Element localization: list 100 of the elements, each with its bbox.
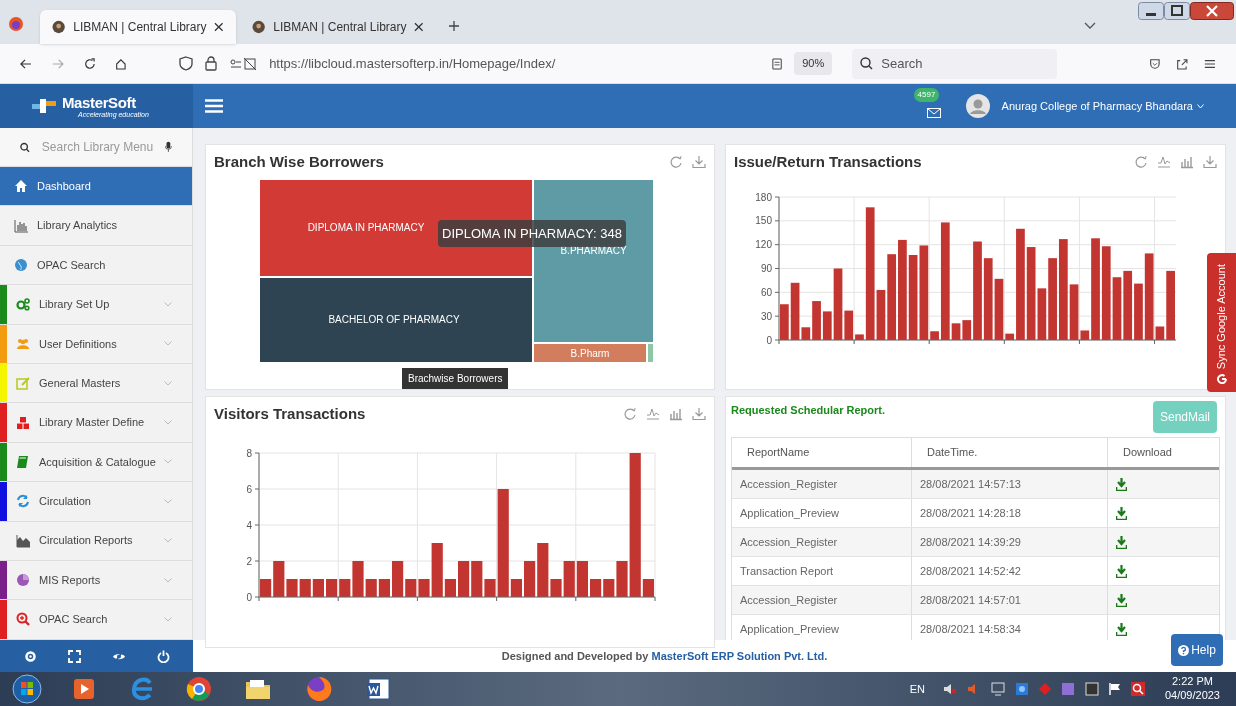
clock-time[interactable]: 2:22 PM [1172, 675, 1213, 689]
app-tray-icon[interactable] [1084, 682, 1099, 696]
help-button[interactable]: Help [1171, 634, 1223, 666]
chevron-icon [164, 538, 172, 544]
chrome-icon[interactable] [186, 676, 212, 702]
download-icon[interactable] [692, 155, 706, 170]
download-icon[interactable] [1116, 477, 1127, 491]
refresh-icon[interactable] [1134, 155, 1148, 170]
bar-chart-icon [14, 218, 29, 233]
network-icon[interactable] [990, 682, 1005, 696]
menu-toggle-icon[interactable] [205, 99, 223, 113]
shield-icon[interactable] [179, 56, 194, 71]
close-icon[interactable] [414, 22, 424, 32]
tab-list-icon[interactable] [1084, 22, 1096, 30]
download-icon[interactable] [692, 407, 706, 422]
browser-logo-icon[interactable] [8, 16, 24, 32]
bar [590, 578, 602, 597]
table-cell: 28/08/2021 14:57:01 [912, 586, 1108, 614]
sidebar-item[interactable]: Acquisition & Catalogue [0, 442, 192, 483]
fullscreen-icon[interactable] [67, 649, 81, 663]
footer-text: Designed and Developed by MasterSoft ERP Solution Pvt. Ltd. [501, 648, 828, 664]
bar [378, 578, 390, 597]
pie-chart-icon [16, 573, 31, 588]
zoom-in-icon [16, 612, 31, 627]
download-icon[interactable] [1116, 593, 1127, 607]
table-cell: Application_Preview [732, 499, 912, 527]
pocket-icon[interactable] [1148, 56, 1161, 71]
area-chart-icon [16, 533, 31, 548]
reload-icon[interactable] [83, 56, 96, 71]
bar [1123, 270, 1133, 340]
new-tab-icon[interactable] [448, 20, 460, 32]
sidebar-item[interactable]: User Definitions [0, 324, 192, 364]
folder-icon[interactable] [244, 677, 272, 701]
clock-date[interactable]: 04/09/2023 [1164, 689, 1220, 703]
tab-title: LIBMAN | Central Library [73, 19, 207, 36]
sidebar-item[interactable]: Library Analytics [0, 206, 192, 246]
bar-chart-icon[interactable] [669, 407, 683, 422]
refresh-icon[interactable] [669, 155, 683, 170]
lock-icon[interactable] [205, 56, 218, 71]
browser-tab[interactable]: LIBMAN | Central Library [40, 10, 236, 44]
download-icon[interactable] [1116, 622, 1127, 636]
share-icon[interactable] [1176, 56, 1189, 71]
sidebar-item[interactable]: Circulation [0, 482, 192, 522]
sidebar-item[interactable]: MIS Reports [0, 560, 192, 601]
app-tray-icon[interactable] [1014, 682, 1029, 696]
edit-icon [16, 376, 31, 391]
download-icon[interactable] [1116, 535, 1127, 549]
axis-tick-label: 120 [755, 238, 772, 250]
close-icon[interactable] [214, 22, 224, 32]
chart-title: Issue/Return Transactions [734, 152, 922, 172]
browser-tab[interactable]: LIBMAN | Central Library [240, 10, 436, 44]
muted-speaker-icon[interactable] [942, 682, 957, 696]
download-icon[interactable] [1116, 564, 1127, 578]
sidebar-item[interactable]: OPAC Search [0, 600, 192, 640]
chevron-icon [164, 498, 172, 504]
microphone-icon[interactable] [165, 140, 172, 154]
bar-chart-icon[interactable] [1180, 155, 1194, 170]
url-text[interactable]: https://libcloud.mastersofterp.in/Homepage/Index/ [269, 53, 556, 74]
user-menu[interactable]: Anurag College of Pharmacy Bhandara [1001, 97, 1204, 115]
table-cell: Accession_Register [732, 586, 912, 614]
language-indicator[interactable]: EN [909, 680, 925, 698]
start-button-icon[interactable] [12, 674, 42, 704]
power-icon[interactable] [156, 649, 170, 663]
close-window-icon[interactable] [1190, 2, 1234, 20]
permissions-icon[interactable] [229, 56, 258, 71]
chevron-icon [164, 459, 172, 465]
axis-tick-label: 2 [246, 555, 252, 566]
firefox-icon[interactable] [306, 676, 332, 702]
download-icon[interactable] [1116, 506, 1127, 520]
sidebar-item[interactable]: Library Master Define [0, 403, 192, 443]
bar [326, 578, 338, 597]
zoom-level[interactable]: 90% [794, 52, 833, 75]
flag-icon[interactable] [1108, 682, 1121, 696]
avatar-icon [965, 94, 990, 118]
reader-view-icon[interactable] [772, 56, 783, 71]
sidebar-item[interactable]: Dashboard [0, 167, 192, 207]
mail-icon[interactable] [926, 108, 941, 118]
refresh-icon[interactable] [623, 407, 637, 422]
back-icon[interactable] [20, 57, 32, 70]
treemap-tile: B.Pharm [534, 344, 646, 362]
home-icon[interactable] [115, 56, 128, 71]
axis-tick-label: 4 [246, 519, 252, 530]
bar [458, 560, 470, 597]
browser-search-field[interactable]: Search [852, 48, 1057, 79]
sidebar-item[interactable]: Circulation Reports [0, 521, 192, 561]
download-icon[interactable] [1203, 155, 1217, 170]
maximize-icon[interactable] [1164, 2, 1190, 20]
axis-tick-label: 30 [760, 310, 772, 322]
chevron-icon [164, 577, 172, 583]
sidebar-item[interactable]: General Masters [0, 363, 192, 404]
search-app-icon[interactable] [1130, 682, 1145, 696]
settings-icon[interactable] [23, 649, 37, 663]
sidebar-item[interactable]: OPAC Search [0, 245, 192, 286]
media-player-icon[interactable] [72, 677, 96, 701]
menu-icon[interactable] [1204, 57, 1217, 70]
word-icon[interactable] [366, 677, 392, 701]
sync-account-tab[interactable]: Sync Google Account [1207, 253, 1236, 392]
minimize-icon[interactable] [1138, 2, 1164, 20]
chevron-icon [164, 420, 172, 426]
sidebar-item[interactable]: Library Set Up [0, 285, 192, 325]
